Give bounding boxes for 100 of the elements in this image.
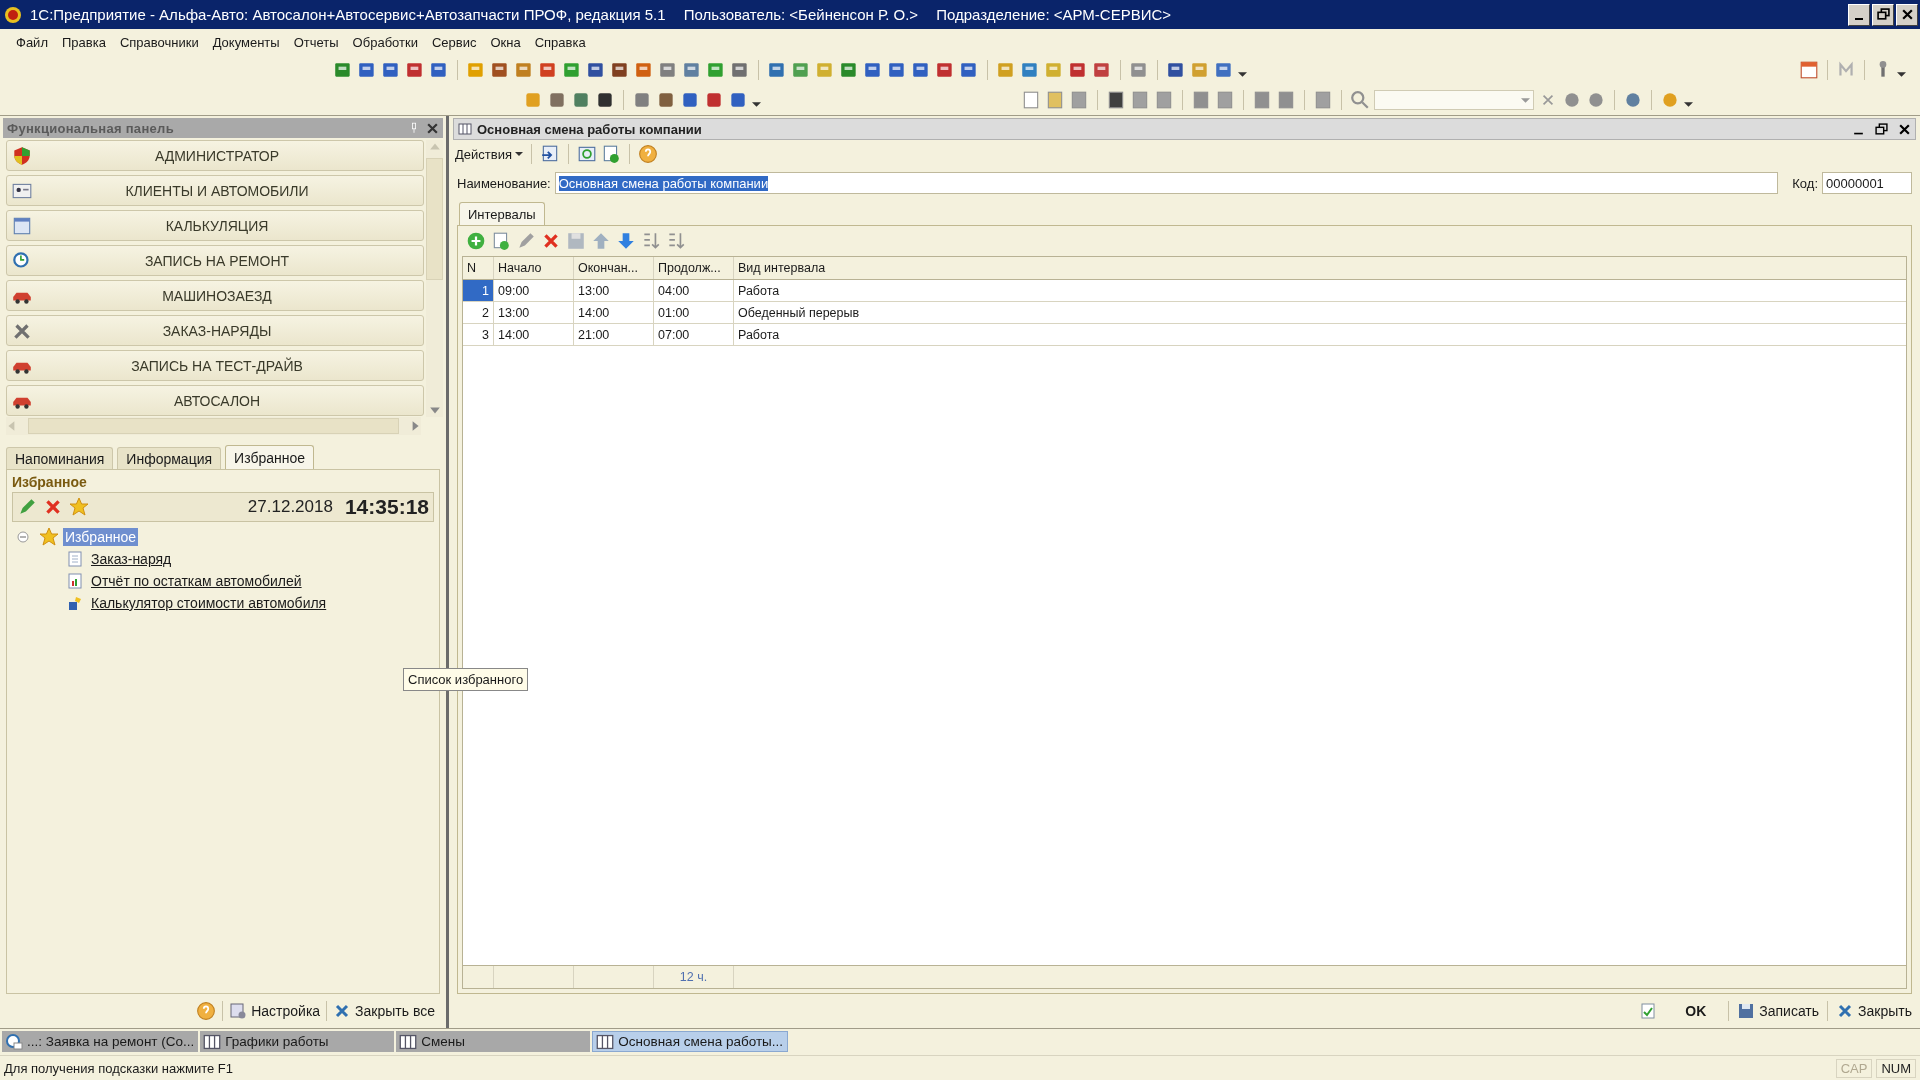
star-icon[interactable] — [69, 497, 89, 517]
toolbar-icon[interactable] — [405, 60, 425, 80]
tab[interactable]: Избранное — [225, 445, 315, 469]
sort-descending-icon[interactable] — [666, 231, 686, 251]
dropdown-arrow-icon[interactable] — [1897, 69, 1906, 79]
actions-menu-button[interactable]: Действия — [455, 146, 523, 162]
table-cell: 21:00 — [574, 324, 654, 345]
toolbar-icon[interactable] — [704, 90, 724, 110]
name-field[interactable]: Основная смена работы компании — [554, 172, 1779, 194]
column-header[interactable]: Продолж... — [654, 257, 734, 279]
toolbar-icon[interactable] — [595, 90, 615, 110]
toolbar-icon[interactable] — [728, 90, 748, 110]
floppy-icon[interactable] — [566, 231, 586, 251]
menu-item[interactable]: Файл — [16, 34, 48, 50]
toolbar-icon[interactable] — [610, 60, 630, 80]
toolbar-icon[interactable] — [1068, 60, 1088, 80]
dropdown-arrow-icon[interactable] — [1238, 69, 1247, 79]
close-icon — [1900, 8, 1914, 21]
toolbar-icon[interactable] — [586, 60, 606, 80]
panel-section-button[interactable]: ЗАКАЗ-НАРЯДЫ — [6, 315, 424, 346]
column-header[interactable]: N — [463, 257, 494, 279]
toolbar-icon[interactable] — [935, 60, 955, 80]
restore-button[interactable] — [1872, 3, 1894, 26]
save-button[interactable]: Записать — [1737, 1002, 1820, 1020]
collapse-icon[interactable] — [17, 531, 29, 543]
menu-item[interactable]: Справочники — [119, 34, 199, 50]
toolbar-icon[interactable] — [863, 60, 883, 80]
toolbar-icon[interactable] — [656, 90, 676, 110]
panel-section-button[interactable]: ЗАПИСЬ НА РЕМОНТ — [6, 245, 424, 276]
close-button[interactable] — [1896, 3, 1918, 26]
save-and-close-icon[interactable] — [539, 144, 560, 164]
toolbar-icon[interactable] — [490, 60, 510, 80]
help-icon[interactable] — [196, 1001, 217, 1021]
app-logo-icon — [4, 5, 22, 24]
arrow-up-icon[interactable] — [591, 231, 611, 251]
panel-section-button[interactable]: МАШИНОЗАЕЗД — [6, 280, 424, 311]
add-icon[interactable] — [466, 231, 486, 251]
settings-button[interactable]: Настройка — [229, 1002, 321, 1020]
toolbar-icon[interactable] — [1106, 90, 1126, 110]
minimize-button[interactable] — [1848, 3, 1870, 26]
panel-section-button[interactable]: КАЛЬКУЛЯЦИЯ — [6, 210, 424, 241]
toolbar-icon[interactable] — [887, 60, 907, 80]
toolbar-icon[interactable] — [680, 90, 700, 110]
sort-ascending-icon[interactable] — [641, 231, 661, 251]
window-tab[interactable]: ...: Заявка на ремонт (Со... — [2, 1031, 199, 1052]
dropdown-arrow-icon[interactable] — [1684, 99, 1693, 109]
tab[interactable]: Информация — [117, 447, 222, 469]
restore-icon — [1876, 8, 1890, 21]
toolbar-icon[interactable] — [1166, 60, 1186, 80]
menu-item[interactable]: Отчеты — [293, 34, 339, 50]
help-icon[interactable] — [637, 144, 658, 164]
favorite-link[interactable]: Калькулятор стоимости автомобиля — [91, 595, 327, 611]
menu-item[interactable]: Справка — [534, 34, 586, 50]
column-header[interactable]: Окончан... — [574, 257, 654, 279]
search-field[interactable] — [1374, 90, 1534, 110]
delete-icon[interactable] — [43, 497, 63, 517]
close-button[interactable]: Закрыть — [1836, 1002, 1912, 1020]
panel-section-button[interactable]: АДМИНИСТРАТОР — [6, 140, 424, 171]
copy-add-icon[interactable] — [491, 231, 511, 251]
table-cell-text: Работа — [737, 282, 781, 300]
toolbar-icon[interactable] — [429, 60, 449, 80]
menu-item[interactable]: Сервис — [431, 34, 477, 50]
arrow-down-icon[interactable] — [616, 231, 636, 251]
favorite-link[interactable]: Заказ-наряд — [91, 551, 172, 567]
dropdown-arrow-icon[interactable] — [752, 99, 761, 109]
window-tab[interactable]: Смены — [396, 1031, 591, 1052]
pencil-icon[interactable] — [516, 231, 536, 251]
table-cell: 3 — [463, 324, 494, 345]
pin-icon[interactable] — [410, 122, 418, 134]
toolbar-icon[interactable] — [381, 60, 401, 80]
menu-item[interactable]: Документы — [212, 34, 280, 50]
menu-item[interactable]: Обработки — [352, 34, 418, 50]
code-field[interactable]: 00000001 — [1822, 172, 1912, 194]
toolbar-icon[interactable] — [959, 60, 979, 80]
tab[interactable]: Интервалы — [459, 202, 545, 225]
pencil-icon[interactable] — [17, 497, 37, 517]
scrollbar[interactable] — [6, 417, 421, 435]
panel-section-button[interactable]: КЛИЕНТЫ И АВТОМОБИЛИ — [6, 175, 424, 206]
panel-section-button[interactable]: ЗАПИСЬ НА ТЕСТ-ДРАЙВ — [6, 350, 424, 381]
favorite-link[interactable]: Отчёт по остаткам автомобилей — [91, 573, 302, 589]
window-tab[interactable]: Графики работы — [200, 1031, 395, 1052]
menu-item[interactable]: Правка — [61, 34, 106, 50]
scrollbar[interactable] — [426, 140, 443, 417]
column-header[interactable]: Начало — [494, 257, 574, 279]
tab[interactable]: Напоминания — [6, 447, 114, 469]
panel-section-button[interactable]: АВТОСАЛОН — [6, 385, 424, 416]
calendar-icon[interactable] — [1799, 60, 1819, 80]
restore-icon[interactable] — [1875, 122, 1888, 136]
toolbar-icon[interactable] — [357, 60, 377, 80]
search-icon[interactable] — [1350, 90, 1370, 110]
menu-item[interactable]: Окна — [490, 34, 521, 50]
delete-icon[interactable] — [541, 231, 561, 251]
table-cell: 14:00 — [494, 324, 574, 345]
close-all-button[interactable]: Закрыть все — [333, 1002, 435, 1020]
column-header[interactable]: Вид интервала — [734, 257, 1906, 279]
ok-button[interactable]: OK — [1639, 1002, 1721, 1020]
window-tab[interactable]: Основная смена работы... — [592, 1031, 789, 1052]
toolbar-icon[interactable] — [911, 60, 931, 80]
close-icon[interactable] — [1898, 122, 1911, 136]
table-cell: 14:00 — [574, 302, 654, 323]
